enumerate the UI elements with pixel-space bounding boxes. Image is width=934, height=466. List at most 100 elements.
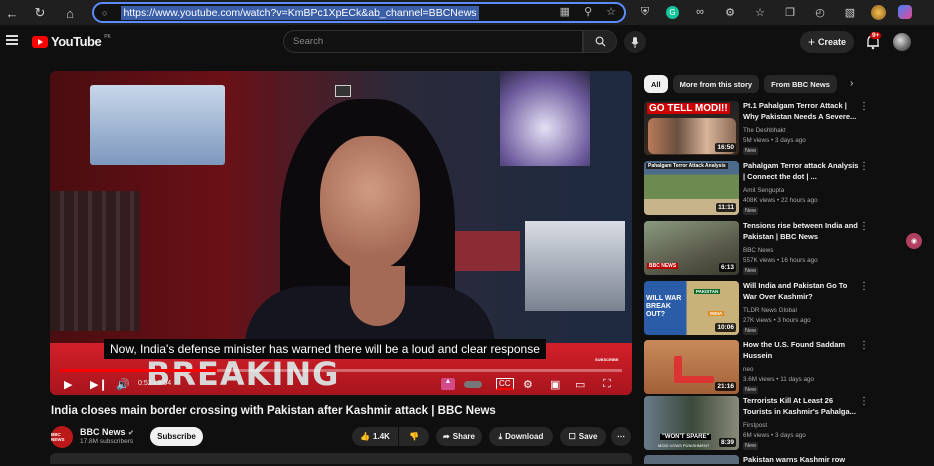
- puzzle-extensions-icon[interactable]: ⚙: [721, 3, 739, 21]
- recommendation-item[interactable]: WILL WAR BREAK OUT? PAKISTAN INDIA 10:06…: [644, 281, 874, 337]
- thumbnail-caption: "WON'T SPARE": [660, 434, 712, 440]
- more-options-icon[interactable]: ⋮: [859, 281, 869, 292]
- chevron-right-icon[interactable]: ›: [850, 78, 853, 89]
- grammarly-extension-icon[interactable]: G: [666, 5, 679, 19]
- volume-icon[interactable]: 🔊: [116, 378, 130, 391]
- theater-mode-icon[interactable]: ▭: [575, 378, 585, 391]
- menu-icon[interactable]: [6, 35, 18, 45]
- recommendation-item[interactable]: GO TELL MODI!! 16:50 Pt.1 Pahalgam Terro…: [644, 101, 874, 157]
- video-thumbnail[interactable]: 21:16: [644, 340, 739, 394]
- thumbs-down-icon: 👎: [409, 432, 419, 441]
- miniplayer-icon[interactable]: [335, 85, 351, 97]
- chip-from-bbc-news[interactable]: From BBC News: [764, 75, 837, 93]
- save-label: Save: [578, 432, 598, 441]
- recommendation-channel: TLDR News Global: [743, 307, 797, 314]
- channel-avatar[interactable]: BBC NEWS: [51, 426, 73, 448]
- refresh-button[interactable]: ↻: [30, 3, 50, 23]
- recommendation-title: Pahalgam Terror attack Analysis | Connec…: [743, 161, 859, 181]
- search-input[interactable]: Search: [283, 30, 583, 53]
- user-avatar[interactable]: [893, 33, 911, 51]
- collections-icon[interactable]: ❐: [781, 3, 799, 21]
- more-options-icon[interactable]: ⋮: [859, 396, 869, 407]
- more-options-icon[interactable]: ⋮: [859, 101, 869, 112]
- video-thumbnail[interactable]: WILL WAR BREAK OUT? PAKISTAN INDIA 10:06: [644, 281, 739, 335]
- download-button[interactable]: ⤓ Download: [489, 427, 553, 446]
- save-button[interactable]: ☐ Save: [560, 427, 606, 446]
- recommendation-meta: 27K views • 3 hours ago: [743, 317, 811, 324]
- chip-all[interactable]: All: [644, 75, 668, 93]
- voice-search-button[interactable]: [624, 31, 646, 53]
- more-actions-button[interactable]: ⋯: [611, 427, 631, 446]
- studio-shelf: [50, 191, 140, 331]
- video-duration: 8:39: [718, 438, 736, 447]
- video-thumbnail[interactable]: GO TELL MODI!! 16:50: [644, 101, 739, 155]
- copilot-icon[interactable]: [898, 5, 912, 19]
- youtube-header: YouTube PK Search + Create 9+: [0, 25, 934, 59]
- miniplayer-button-icon[interactable]: ▣: [550, 378, 560, 391]
- recommendation-channel: The Deshbhakt: [743, 127, 786, 134]
- zoom-icon[interactable]: ⚲: [584, 5, 592, 18]
- profile-avatar[interactable]: [871, 4, 886, 20]
- recommendation-item[interactable]: "WON'T SPARE" MODI VOWS PUNISHMENT 8:39 …: [644, 396, 874, 452]
- thumbs-up-icon: 👍: [360, 432, 371, 441]
- autoplay-toggle[interactable]: [464, 381, 482, 388]
- favorite-star-icon[interactable]: ☆: [606, 5, 616, 18]
- video-player[interactable]: BREAKING SUBSCRIBE Now, India's defense …: [50, 71, 632, 395]
- video-thumbnail[interactable]: [644, 455, 739, 464]
- recommendation-item[interactable]: Pakistan warns Kashmir row: [644, 455, 874, 464]
- more-options-icon[interactable]: ⋮: [859, 161, 869, 172]
- play-icon[interactable]: ▶: [64, 378, 72, 391]
- recommendation-item[interactable]: BBC NEWS 6:13 Tensions rise between Indi…: [644, 221, 874, 277]
- recommendation-item[interactable]: 21:16 How the U.S. Found Saddam Hussein …: [644, 340, 874, 396]
- recommendation-meta: 3.6M views • 11 days ago: [743, 376, 815, 383]
- logo-country-code: PK: [104, 33, 111, 40]
- recommendation-filter-chips: All More from this story From BBC News: [644, 75, 837, 93]
- translate-icon[interactable]: ▲: [441, 378, 455, 390]
- recommendation-channel: Firstpost: [743, 422, 768, 429]
- dislike-button[interactable]: 👎: [399, 427, 429, 446]
- progress-bar[interactable]: [60, 369, 622, 372]
- video-duration: 21:16: [715, 382, 736, 391]
- new-badge: New: [743, 327, 759, 335]
- favorites-icon[interactable]: ☆: [751, 3, 769, 21]
- share-button[interactable]: ➦ Share: [436, 427, 482, 446]
- subtitles-icon[interactable]: CC: [496, 378, 514, 390]
- back-button[interactable]: ←: [2, 3, 22, 23]
- floating-extension-icon[interactable]: ◉: [906, 233, 922, 249]
- address-bar[interactable]: ○ https://www.youtube.com/watch?v=KmBPc1…: [92, 2, 626, 23]
- chip-more-from-this-story[interactable]: More from this story: [672, 75, 760, 93]
- home-button[interactable]: ⌂: [60, 3, 80, 23]
- search-button[interactable]: [583, 30, 617, 53]
- history-icon[interactable]: ◴: [811, 3, 829, 21]
- create-button[interactable]: + Create: [800, 31, 854, 53]
- fullscreen-icon[interactable]: ⛶: [603, 378, 611, 391]
- video-thumbnail[interactable]: "WON'T SPARE" MODI VOWS PUNISHMENT 8:39: [644, 396, 739, 450]
- like-button[interactable]: 👍 1.4K: [352, 427, 398, 446]
- studio-light: [500, 71, 590, 166]
- settings-gear-icon[interactable]: ⚙: [523, 378, 533, 391]
- more-options-icon[interactable]: ⋮: [859, 340, 869, 351]
- notification-count-badge: 9+: [870, 32, 882, 39]
- recommendation-channel: Amit Sengupta: [743, 187, 785, 194]
- verified-icon: ✔: [128, 430, 134, 437]
- recommendation-item[interactable]: Pahalgam Terror Attack Analysis 11:11 Pa…: [644, 161, 874, 217]
- video-duration: 11:11: [716, 203, 736, 212]
- youtube-logo[interactable]: YouTube PK: [32, 34, 111, 49]
- subscribe-button[interactable]: Subscribe: [150, 427, 203, 446]
- channel-name[interactable]: BBC News ✔: [80, 427, 134, 437]
- thumbnail-caption: WILL WAR BREAK OUT?: [646, 295, 682, 318]
- recommendation-channel: BBC News: [743, 247, 774, 254]
- thumbnail-caption: GO TELL MODI!!: [647, 103, 730, 114]
- more-options-icon[interactable]: ⋮: [859, 221, 869, 232]
- channel-name-text: BBC News: [80, 427, 126, 437]
- split-screen-icon[interactable]: ▧: [841, 3, 859, 21]
- video-thumbnail[interactable]: BBC NEWS 6:13: [644, 221, 739, 275]
- video-thumbnail[interactable]: Pahalgam Terror Attack Analysis 11:11: [644, 161, 739, 215]
- video-caption: Now, India's defense minister has warned…: [104, 339, 546, 359]
- extension-icon-3[interactable]: ∞: [691, 3, 709, 21]
- shield-extension-icon[interactable]: ⛨: [636, 3, 654, 21]
- read-mode-icon[interactable]: ▦: [560, 5, 570, 18]
- next-icon[interactable]: ▶❙: [90, 378, 108, 391]
- microphone-icon: [631, 36, 639, 48]
- download-icon: ⤓: [498, 431, 503, 441]
